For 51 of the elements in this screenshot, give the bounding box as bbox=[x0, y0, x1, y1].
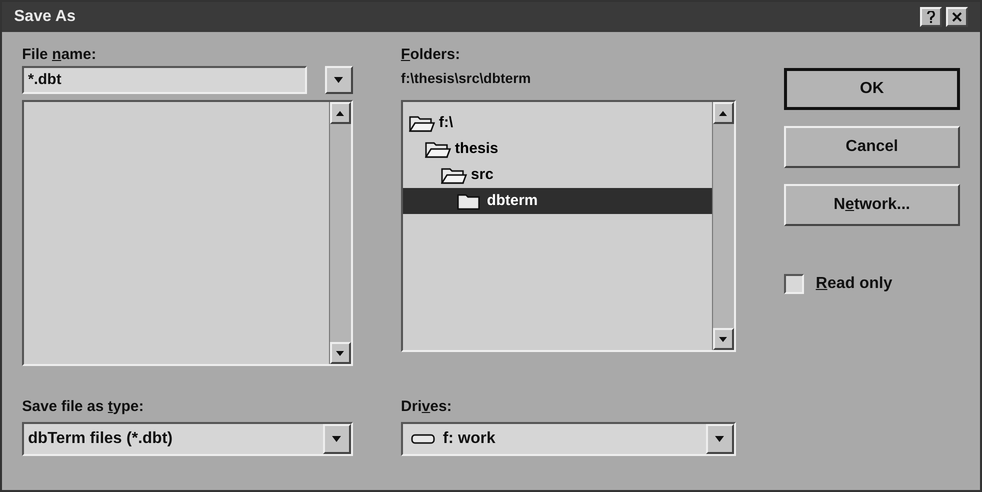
dialog-button[interactable]: Network... bbox=[784, 184, 960, 226]
folder-item[interactable]: f:\ bbox=[402, 110, 712, 136]
arrow-down-icon bbox=[719, 336, 728, 342]
field-label: Folders: bbox=[400, 45, 462, 64]
dropdown-button[interactable] bbox=[324, 66, 353, 94]
dropdown-button[interactable] bbox=[322, 424, 351, 454]
arrow-up-icon bbox=[336, 110, 344, 116]
field-label: File name: bbox=[22, 45, 98, 64]
scroll-up-button[interactable] bbox=[712, 102, 734, 124]
help-button[interactable] bbox=[920, 7, 942, 27]
scroll-down-button[interactable] bbox=[712, 328, 734, 350]
file-name-field[interactable]: *.dbt bbox=[22, 66, 307, 94]
open-folder-icon bbox=[424, 140, 451, 158]
caret-down-icon bbox=[332, 436, 342, 442]
dialog-button[interactable]: OK bbox=[784, 68, 960, 110]
folder-item[interactable]: thesis bbox=[402, 136, 712, 162]
read-only-checkbox[interactable]: Read only bbox=[784, 272, 960, 296]
dropdown-button[interactable] bbox=[706, 424, 734, 454]
scroll-up-button[interactable] bbox=[330, 102, 351, 124]
drive-dropdown[interactable]: f: work bbox=[400, 422, 736, 456]
folder-item[interactable]: src bbox=[402, 162, 712, 188]
caret-down-icon bbox=[334, 77, 344, 83]
folder-name: thesis bbox=[454, 138, 498, 159]
folder-name: dbterm bbox=[486, 190, 538, 211]
dialog-button[interactable]: Cancel bbox=[784, 126, 960, 168]
scroll-down-button[interactable] bbox=[330, 342, 351, 364]
folder-name: src bbox=[470, 164, 494, 185]
current-path: f:\thesis\src\dbterm bbox=[400, 68, 532, 88]
folder-name: f:\ bbox=[438, 112, 454, 133]
field-label: Save file as type: bbox=[22, 397, 145, 416]
dropdown-value: dbTerm files (*.dbt) bbox=[27, 429, 174, 449]
caret-down-icon bbox=[715, 436, 724, 442]
dropdown-value: f: work bbox=[442, 429, 496, 449]
folder-item[interactable]: dbterm bbox=[402, 188, 712, 214]
field-label: Drives: bbox=[400, 397, 453, 416]
folder-icon bbox=[456, 192, 483, 210]
drive-icon bbox=[410, 433, 435, 445]
scrollbar[interactable] bbox=[328, 102, 351, 364]
close-icon bbox=[952, 12, 962, 22]
file-type-dropdown[interactable]: dbTerm files (*.dbt) bbox=[22, 422, 353, 456]
folder-tree[interactable]: f:\ thesis src dbterm bbox=[400, 100, 736, 352]
scrollbar[interactable] bbox=[712, 102, 734, 350]
open-folder-icon bbox=[408, 114, 435, 132]
checkbox[interactable] bbox=[784, 274, 804, 294]
help-icon bbox=[927, 11, 935, 23]
checkbox-label: Read only bbox=[816, 274, 892, 294]
arrow-up-icon bbox=[719, 110, 728, 116]
window-title: Save As bbox=[14, 7, 76, 27]
open-folder-icon bbox=[440, 166, 467, 184]
close-button[interactable] bbox=[946, 7, 968, 27]
arrow-down-icon bbox=[336, 350, 344, 356]
